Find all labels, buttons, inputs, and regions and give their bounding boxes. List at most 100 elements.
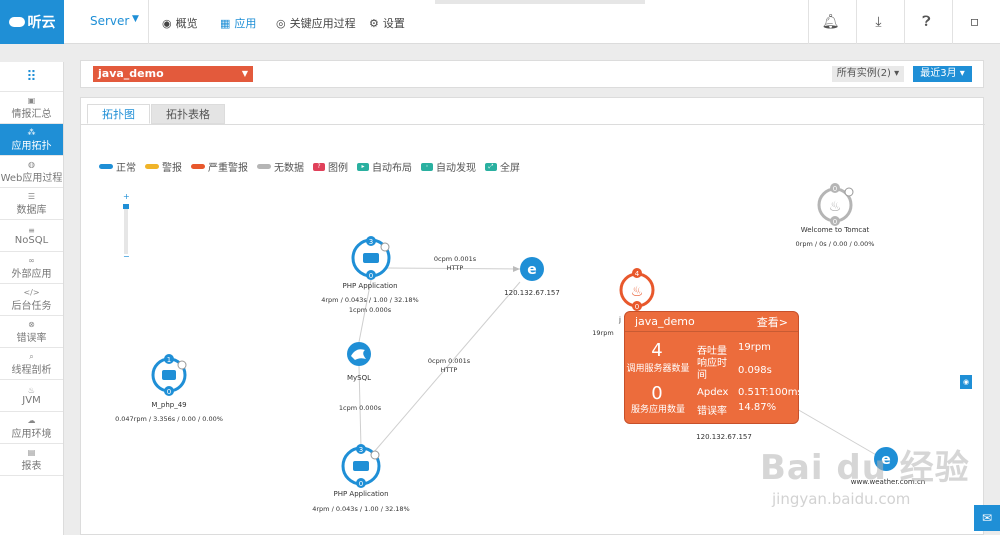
- zoom-slider[interactable]: + −: [123, 192, 130, 261]
- sidebar-item-reports[interactable]: ▤ 报表: [0, 444, 63, 476]
- application-select-value: java_demo: [98, 67, 164, 80]
- auto-layout-button[interactable]: ▸ 自动布局: [357, 159, 412, 174]
- gear-icon: ⚙: [369, 16, 379, 30]
- sidebar-item-topology[interactable]: ⁂ 应用拓扑: [0, 124, 63, 156]
- auto-layout-icon: ▸: [357, 162, 369, 171]
- brand-name: 听云: [27, 15, 56, 31]
- popover-body: 4 调用服务器数量 0 服务应用数量 吞吐量 19rpm 响应时间 0.098s…: [625, 332, 802, 424]
- error-icon: ⊗: [28, 319, 35, 329]
- chevron-down-icon[interactable]: ▼: [132, 14, 139, 24]
- brand-logo[interactable]: 听云: [0, 0, 64, 44]
- legend-item-no-data[interactable]: 无数据: [257, 159, 304, 174]
- instances-select[interactable]: 所有实例(2) ▾: [832, 66, 904, 82]
- auto-discover-icon: ◦: [421, 162, 433, 171]
- sidebar-item-database[interactable]: ☰ 数据库: [0, 188, 63, 220]
- sidebar-item-label: 外部应用: [11, 268, 52, 280]
- legend-item-warning[interactable]: 警报: [145, 159, 182, 174]
- fullscreen-icon: ⤢: [485, 162, 497, 171]
- top-scroll-hint: [435, 0, 645, 4]
- tab-divider: [81, 124, 985, 125]
- instances-select-value: 所有实例(2): [836, 68, 891, 79]
- sidebar-item-web-transactions[interactable]: ◍ Web应用过程: [0, 156, 63, 188]
- top-navigation-bar: 听云 Server ▼ ◉ 概览 ▦ 应用 ◎ 关键应用过程 ⚙ 设置 🔔︎ ⤓…: [0, 0, 1000, 44]
- sidebar-item-label: NoSQL: [14, 234, 49, 246]
- sidebar-item-thread-profiling[interactable]: ⌕ 线程剖析: [0, 348, 63, 380]
- cloud-icon: ☁: [27, 415, 36, 425]
- zoom-track[interactable]: [124, 204, 128, 254]
- sidebar-item-label: 线程剖析: [11, 364, 52, 376]
- summary-icon: ▣: [27, 95, 36, 105]
- fullscreen-button[interactable]: ⤢ 全屏: [485, 159, 520, 174]
- tab-topology-graph[interactable]: 拓扑图: [87, 104, 150, 124]
- bell-icon[interactable]: 🔔︎: [808, 0, 852, 44]
- chevron-down-icon: ▾: [894, 68, 900, 79]
- legend-label: 自动布局: [372, 163, 412, 174]
- nav-key-transactions[interactable]: ◎ 关键应用过程: [276, 15, 356, 31]
- legend-label: 严重警报: [208, 163, 248, 174]
- legend-label: 自动发现: [436, 163, 476, 174]
- zoom-in-icon[interactable]: +: [123, 192, 130, 201]
- zoom-handle[interactable]: [123, 204, 129, 209]
- nav-overview[interactable]: ◉ 概览: [162, 15, 198, 31]
- sidebar-item-label: 错误率: [16, 332, 47, 344]
- popover-title: java_demo: [635, 315, 695, 328]
- legend-label: 全屏: [500, 163, 520, 174]
- tab-topology-table[interactable]: 拓扑表格: [151, 104, 225, 124]
- cloud-logo-icon: [8, 17, 25, 27]
- legend-item-critical[interactable]: 严重警报: [191, 159, 248, 174]
- metric-response-time-value: 0.098s: [738, 365, 772, 376]
- popover-header: java_demo 查看>: [625, 312, 798, 332]
- application-select[interactable]: java_demo ▼: [93, 66, 253, 82]
- divider: [148, 0, 149, 44]
- topology-icon: ⁂: [27, 127, 36, 137]
- legend-label: 无数据: [274, 163, 304, 174]
- legend-swatch: [99, 164, 113, 169]
- nosql-icon: ≡: [28, 225, 35, 235]
- sidebar-item-label: 应用拓扑: [11, 140, 52, 152]
- expand-panel-button[interactable]: ◉: [960, 375, 972, 389]
- sidebar-item-nosql[interactable]: ≡ NoSQL: [0, 220, 63, 252]
- metric-throughput-label: 吞吐量: [697, 346, 727, 357]
- apps-grid-icon[interactable]: ⠿: [0, 62, 63, 92]
- metric-apdex-value: 0.51T:100ms: [738, 387, 803, 398]
- time-range-select[interactable]: 最近3月 ▾: [913, 66, 972, 82]
- nav-applications[interactable]: ▦ 应用: [220, 15, 256, 31]
- sidebar-item-background-tasks[interactable]: </> 后台任务: [0, 284, 63, 316]
- popover-view-link[interactable]: 查看>: [757, 314, 788, 330]
- user-icon[interactable]: ▫: [952, 0, 996, 44]
- metric-error-rate-label: 错误率: [697, 406, 727, 417]
- servers-count: 4: [651, 340, 663, 361]
- metric-error-rate-value: 14.87%: [738, 402, 777, 413]
- sidebar-item-error-rate[interactable]: ⊗ 错误率: [0, 316, 63, 348]
- node-detail-popover: java_demo 查看> 4 调用服务器数量 0 服务应用数量 吞吐量 19r…: [624, 311, 803, 424]
- nav-label: 概览: [175, 17, 198, 30]
- chevron-down-icon: ▾: [959, 68, 965, 79]
- sidebar-item-summary[interactable]: ▣ 情报汇总: [0, 92, 63, 124]
- nav-settings[interactable]: ⚙ 设置: [369, 15, 405, 31]
- metric-throughput-value: 19rpm: [738, 342, 771, 353]
- product-selector[interactable]: Server: [90, 14, 129, 28]
- zoom-out-icon[interactable]: −: [123, 252, 130, 261]
- database-icon: ☰: [27, 191, 36, 201]
- legend-toggle-button[interactable]: ? 图例: [313, 159, 348, 174]
- apps-label: 服务应用数量: [630, 405, 685, 415]
- profiling-icon: ⌕: [29, 351, 34, 361]
- sidebar-item-external[interactable]: ∞ 外部应用: [0, 252, 63, 284]
- watermark: Bai du 经验: [760, 448, 970, 488]
- auto-discover-button[interactable]: ◦ 自动发现: [421, 159, 476, 174]
- sidebar-item-environment[interactable]: ☁ 应用环境: [0, 412, 63, 444]
- sidebar-item-jvm[interactable]: ♨ JVM: [0, 380, 63, 412]
- globe-icon: ◍: [28, 159, 35, 169]
- legend-label: 警报: [162, 163, 182, 174]
- legend: 正常 警报 严重警报 无数据 ? 图例 ▸ 自动布局 ◦ 自动发现 ⤢ 全屏: [99, 159, 520, 174]
- grid-icon: ▦: [220, 16, 231, 30]
- java-icon: ♨: [27, 385, 36, 395]
- legend-swatch: [145, 164, 159, 169]
- watermark-url: jingyan.baidu.com: [772, 490, 911, 508]
- nav-label: 关键应用过程: [289, 17, 356, 30]
- servers-label: 调用服务器数量: [626, 364, 690, 374]
- help-icon[interactable]: ❓︎: [904, 0, 948, 44]
- legend-item-normal[interactable]: 正常: [99, 159, 136, 174]
- feedback-chat-icon[interactable]: ✉: [974, 505, 1000, 531]
- download-icon[interactable]: ⤓: [856, 0, 900, 44]
